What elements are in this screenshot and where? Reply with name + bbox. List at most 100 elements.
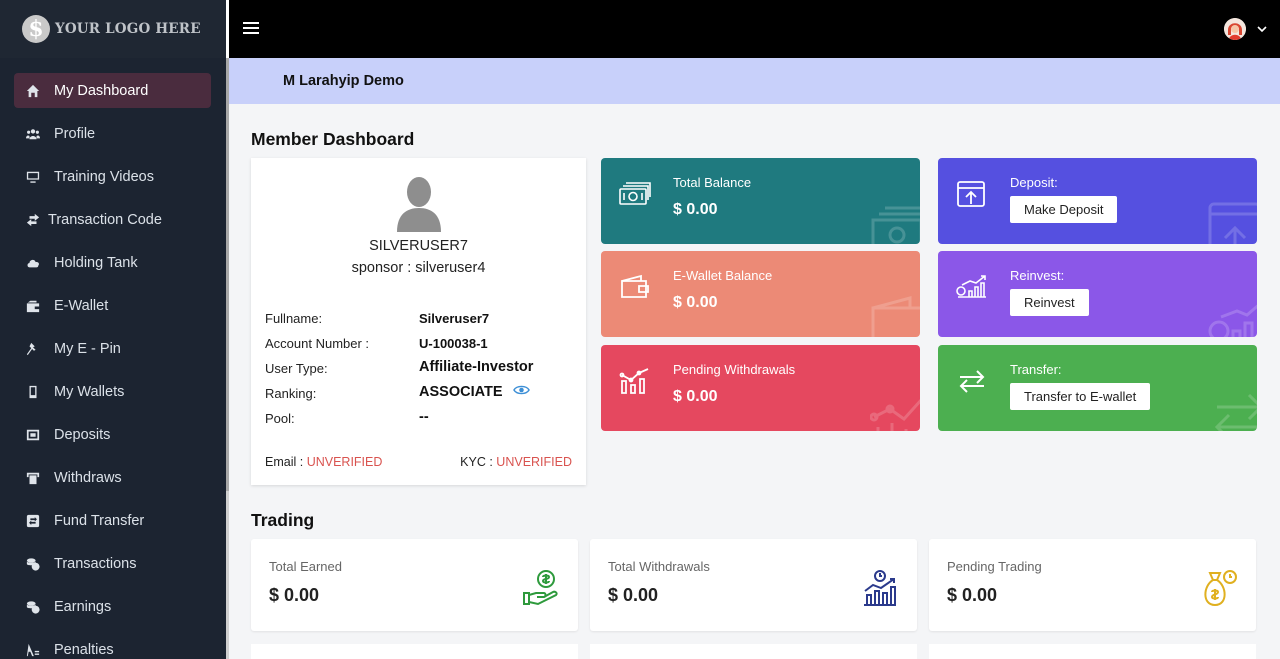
transfer-title: Transfer: <box>1010 362 1062 377</box>
field-value-ranking: ASSOCIATE <box>419 384 530 400</box>
money-bag-icon <box>1200 569 1238 607</box>
phone-icon <box>25 384 41 400</box>
monitor-icon <box>25 169 41 185</box>
deposit-title: Deposit: <box>1010 175 1058 190</box>
logo-coin-icon: $ <box>22 15 50 43</box>
profile-field-account-number: Account Number : <box>265 336 369 351</box>
transfer-arrows-icon <box>956 367 988 395</box>
field-value-pool: -- <box>419 409 429 425</box>
total-earned-value: $ 0.00 <box>269 585 320 605</box>
sidebar-item-label: E-Wallet <box>54 297 109 314</box>
sidebar-item-my-wallets[interactable]: My Wallets <box>14 374 211 409</box>
exchange-icon <box>25 212 41 228</box>
user-avatar[interactable] <box>1224 18 1246 40</box>
chevron-down-icon[interactable] <box>1256 22 1268 34</box>
ewallet-balance-value: $ 0.00 <box>673 294 718 311</box>
sidebar-item-label: Earnings <box>54 598 112 615</box>
eye-icon[interactable] <box>512 384 530 400</box>
wallet-icon <box>25 298 41 314</box>
total-earned-card: Total Earned $ 0.00 <box>251 539 578 631</box>
sidebar-item-fund-transfer[interactable]: Fund Transfer <box>14 503 211 538</box>
sidebar-item-label: Deposits <box>54 426 111 443</box>
home-icon <box>25 83 41 99</box>
total-balance-title: Total Balance <box>673 175 752 190</box>
transfer-icon <box>25 513 41 529</box>
total-withdrawals-title: Total Withdrawals <box>608 559 710 574</box>
total-balance-value: $ 0.00 <box>673 201 718 218</box>
sidebar-item-label: Holding Tank <box>54 254 138 271</box>
upload-icon <box>956 180 988 208</box>
field-label: Ranking: <box>265 386 317 401</box>
trading-title: Trading <box>251 510 315 530</box>
sidebar-item-transaction-code[interactable]: Transaction Code <box>14 202 211 237</box>
field-label: User Type: <box>265 361 328 376</box>
pending-withdrawals-title: Pending Withdrawals <box>673 362 796 377</box>
email-label: Email : <box>265 455 307 469</box>
pending-trading-title: Pending Trading <box>947 559 1042 574</box>
sidebar-item-profile[interactable]: Profile <box>14 116 211 151</box>
sidebar: $ YOUR LOGO HERE My Dashboard Profile Tr… <box>0 0 226 659</box>
field-label: Pool: <box>265 411 295 426</box>
topbar <box>229 0 1280 58</box>
sidebar-item-training-videos[interactable]: Training Videos <box>14 159 211 194</box>
pin-icon <box>25 341 41 357</box>
banner-title: M Larahyip Demo <box>283 73 404 89</box>
wallet-watermark-icon <box>870 293 920 337</box>
sidebar-item-label: Fund Transfer <box>54 512 145 529</box>
chart-growth-icon <box>861 569 899 607</box>
sidebar-item-e-wallet[interactable]: E-Wallet <box>14 288 211 323</box>
deposit-icon <box>25 427 41 443</box>
sidebar-item-label: My E - Pin <box>54 340 121 357</box>
pending-trading-value: $ 0.00 <box>947 585 998 605</box>
users-icon <box>25 126 41 142</box>
cash-watermark-icon <box>870 200 920 244</box>
reinvest-watermark-icon <box>1207 293 1257 337</box>
profile-username: SILVERUSER7 <box>369 238 468 254</box>
sidebar-item-penalties[interactable]: Penalties <box>14 632 211 659</box>
pending-withdrawals-value: $ 0.00 <box>673 388 718 405</box>
field-value-user-type: Affiliate-Investor <box>419 359 534 375</box>
deposit-card: Deposit: Make Deposit <box>938 158 1257 244</box>
sidebar-item-withdraws[interactable]: Withdraws <box>14 460 211 495</box>
upload-watermark-icon <box>1207 200 1257 244</box>
email-status: Email : UNVERIFIED <box>265 455 382 469</box>
menu-toggle-icon[interactable] <box>243 22 259 36</box>
sidebar-item-holding-tank[interactable]: Holding Tank <box>14 245 211 280</box>
cloud-icon <box>25 255 41 271</box>
total-balance-card: Total Balance $ 0.00 <box>601 158 920 244</box>
sidebar-item-label: Training Videos <box>54 168 154 185</box>
sidebar-nav: My Dashboard Profile Training Videos Tra… <box>0 58 226 659</box>
pending-trading-card: Pending Trading $ 0.00 <box>929 539 1256 631</box>
sidebar-item-deposits[interactable]: Deposits <box>14 417 211 452</box>
logo[interactable]: $ YOUR LOGO HERE <box>0 0 226 58</box>
sidebar-item-transactions[interactable]: Transactions <box>14 546 211 581</box>
kyc-label: KYC : <box>460 455 497 469</box>
page-banner: M Larahyip Demo <box>229 58 1280 104</box>
atm-icon <box>25 470 41 486</box>
chart-watermark-icon <box>869 387 920 431</box>
trading-card-next-row <box>251 644 578 659</box>
sidebar-item-label: Penalties <box>54 641 114 658</box>
sidebar-item-label: Transaction Code <box>48 211 162 228</box>
field-value-fullname: Silveruser7 <box>419 311 490 326</box>
sidebar-item-label: Transactions <box>54 555 137 572</box>
sidebar-item-label: Withdraws <box>54 469 122 486</box>
coins-icon <box>25 599 41 615</box>
ewallet-balance-card: E-Wallet Balance $ 0.00 <box>601 251 920 337</box>
sidebar-item-label: My Dashboard <box>54 82 149 99</box>
penalty-icon <box>25 642 41 658</box>
reinvest-button[interactable]: Reinvest <box>1010 289 1089 316</box>
total-withdrawals-card: Total Withdrawals $ 0.00 <box>590 539 917 631</box>
ranking-value: ASSOCIATE <box>419 384 503 400</box>
transfer-to-ewallet-button[interactable]: Transfer to E-wallet <box>1010 383 1151 410</box>
pending-withdrawals-card: Pending Withdrawals $ 0.00 <box>601 345 920 431</box>
profile-card: SILVERUSER7 sponsor : silveruser4 Fullna… <box>251 158 586 485</box>
kyc-status-value[interactable]: UNVERIFIED <box>496 455 572 469</box>
reinvest-chart-icon <box>956 273 988 301</box>
sidebar-item-my-e-pin[interactable]: My E - Pin <box>14 331 211 366</box>
sidebar-item-earnings[interactable]: Earnings <box>14 589 211 624</box>
make-deposit-button[interactable]: Make Deposit <box>1010 196 1118 223</box>
email-status-value[interactable]: UNVERIFIED <box>307 455 383 469</box>
field-label: Fullname: <box>265 311 323 326</box>
sidebar-item-my-dashboard[interactable]: My Dashboard <box>14 73 211 108</box>
